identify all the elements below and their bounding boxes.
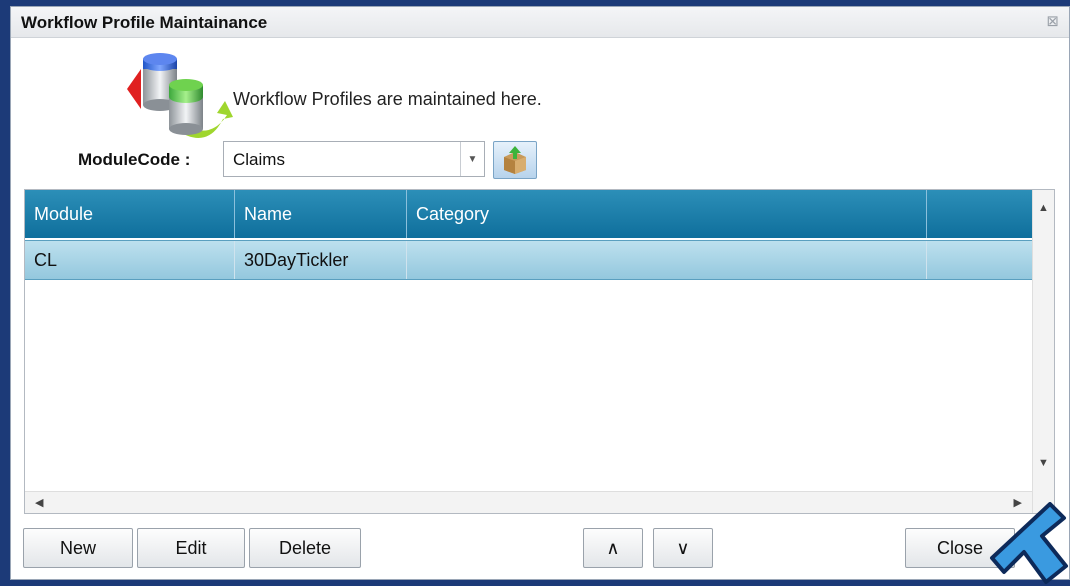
module-code-dropdown[interactable]: Claims ▼ bbox=[223, 141, 485, 177]
scroll-left-icon[interactable]: ◀ bbox=[35, 496, 43, 509]
window-title: Workflow Profile Maintainance bbox=[21, 13, 268, 32]
cell-empty bbox=[927, 241, 1032, 279]
column-header-module[interactable]: Module bbox=[25, 190, 235, 238]
package-button[interactable] bbox=[493, 141, 537, 179]
edit-button[interactable]: Edit bbox=[137, 528, 245, 568]
grid-header: Module Name Category bbox=[25, 190, 1032, 238]
horizontal-scrollbar[interactable]: ◀ ▶ bbox=[25, 491, 1032, 513]
cell-module: CL bbox=[25, 241, 235, 279]
new-button[interactable]: New bbox=[23, 528, 133, 568]
column-header-category[interactable]: Category bbox=[407, 190, 927, 238]
window-close-icon[interactable]: ⊠ bbox=[1046, 12, 1059, 30]
move-down-button[interactable]: ∨ bbox=[653, 528, 713, 568]
module-code-value: Claims bbox=[233, 150, 285, 169]
header-description: Workflow Profiles are maintained here. bbox=[233, 89, 542, 109]
workflow-profile-window: Workflow Profile Maintainance ⊠ Workflow… bbox=[10, 6, 1070, 580]
move-up-button[interactable]: ∧ bbox=[583, 528, 643, 568]
table-row[interactable]: CL 30DayTickler bbox=[25, 240, 1032, 280]
delete-button[interactable]: Delete bbox=[249, 528, 361, 568]
scroll-up-icon[interactable]: ▲ bbox=[1038, 202, 1049, 214]
column-header-name[interactable]: Name bbox=[235, 190, 407, 238]
title-bar: Workflow Profile Maintainance ⊠ bbox=[11, 7, 1069, 38]
module-code-label: ModuleCode : bbox=[78, 150, 191, 169]
package-icon bbox=[504, 146, 526, 174]
chevron-down-icon[interactable]: ▼ bbox=[460, 142, 484, 176]
database-sync-icon bbox=[127, 53, 233, 138]
pointer-arrow-icon bbox=[990, 502, 1068, 584]
vertical-scrollbar[interactable]: ▲ ▼ bbox=[1032, 190, 1054, 513]
workflow-profile-grid: Module Name Category CL 30DayTickler ▲ ▼… bbox=[24, 189, 1055, 514]
column-header-empty[interactable] bbox=[927, 190, 1032, 238]
cell-name: 30DayTickler bbox=[235, 241, 407, 279]
cell-category bbox=[407, 241, 927, 279]
scroll-down-icon[interactable]: ▼ bbox=[1038, 457, 1049, 469]
